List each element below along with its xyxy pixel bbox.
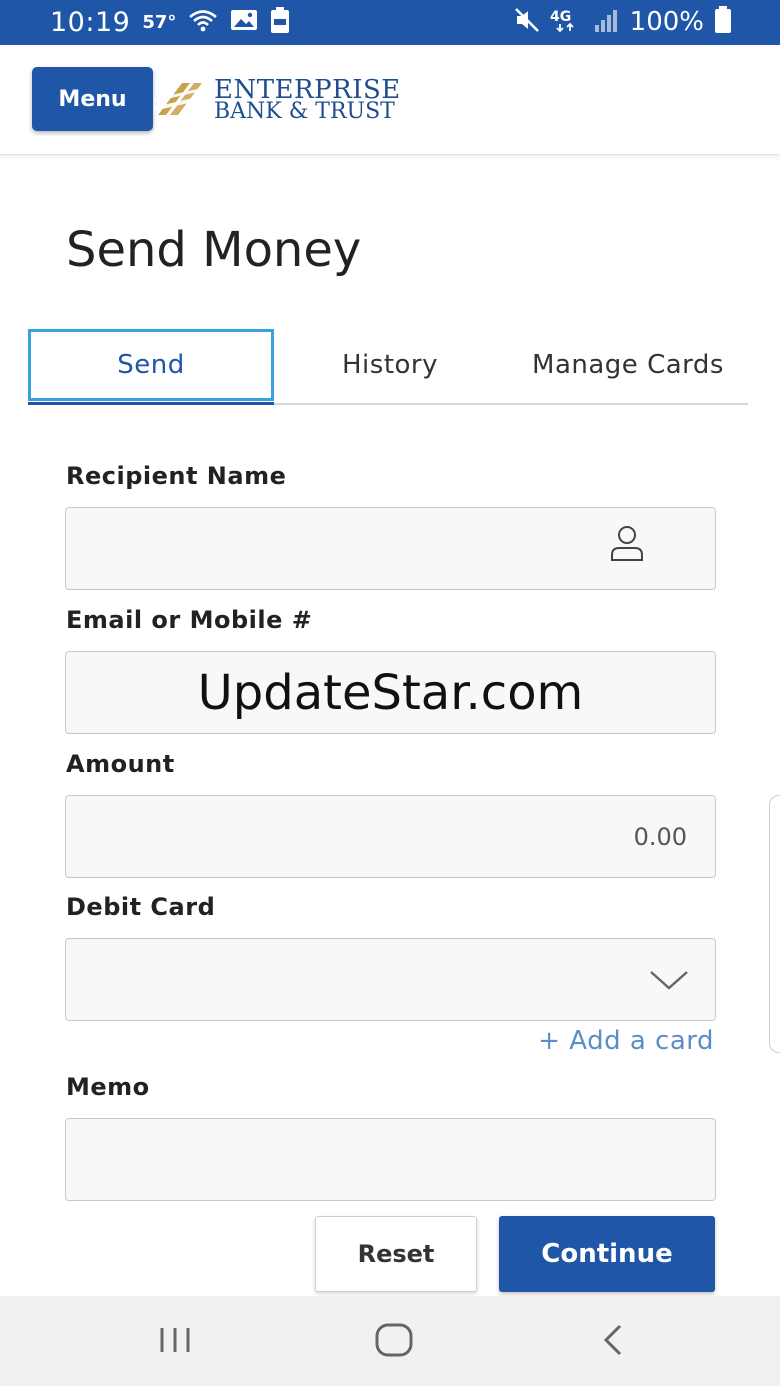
battery-saver-icon — [270, 7, 290, 37]
edge-panel-handle[interactable] — [769, 795, 780, 1053]
home-icon[interactable] — [372, 1318, 416, 1366]
wifi-icon — [188, 8, 218, 36]
app-header: Menu ENTERPRISE BANK & TRUST — [0, 45, 780, 155]
tab-history[interactable]: History — [298, 329, 482, 401]
amount-placeholder: 0.00 — [633, 822, 687, 851]
tab-send[interactable]: Send — [28, 329, 274, 405]
status-right: 4G 100% — [514, 6, 732, 38]
amount-input[interactable]: 0.00 — [65, 795, 716, 878]
svg-text:4G: 4G — [550, 9, 571, 25]
memo-label: Memo — [66, 1073, 150, 1101]
recent-apps-icon[interactable] — [156, 1318, 196, 1366]
email-mobile-input[interactable]: UpdateStar.com — [65, 651, 716, 734]
email-mobile-value: UpdateStar.com — [197, 664, 584, 721]
system-nav-bar — [0, 1296, 780, 1386]
person-icon[interactable] — [609, 524, 645, 568]
mute-icon — [514, 7, 540, 37]
status-bar: 10:19 57° 4G 100% — [0, 0, 780, 45]
recipient-name-input[interactable] — [65, 507, 716, 590]
status-temperature: 57° — [142, 11, 177, 33]
continue-button[interactable]: Continue — [499, 1216, 715, 1292]
network-4g-icon: 4G — [550, 7, 584, 37]
battery-icon — [714, 6, 732, 38]
battery-percent: 100% — [629, 7, 704, 37]
status-left: 10:19 57° — [50, 6, 290, 38]
gallery-icon — [230, 8, 258, 36]
debit-card-select[interactable] — [65, 938, 716, 1021]
add-card-link[interactable]: + Add a card — [538, 1026, 714, 1056]
debit-card-label: Debit Card — [66, 893, 216, 921]
back-icon[interactable] — [594, 1318, 634, 1366]
signal-icon — [594, 8, 620, 36]
reset-button[interactable]: Reset — [315, 1216, 477, 1292]
memo-input[interactable] — [65, 1118, 716, 1201]
logo-text-line2: BANK & TRUST — [214, 99, 395, 124]
logo-mark-icon — [154, 83, 206, 115]
page-title: Send Money — [66, 222, 362, 278]
email-mobile-label: Email or Mobile # — [66, 606, 313, 634]
tab-bar: Send History Manage Cards — [28, 329, 748, 405]
chevron-down-icon[interactable] — [649, 969, 689, 995]
menu-button[interactable]: Menu — [32, 67, 153, 131]
bank-logo[interactable]: ENTERPRISE BANK & TRUST — [152, 75, 402, 125]
status-time: 10:19 — [50, 6, 131, 38]
recipient-name-label: Recipient Name — [66, 462, 287, 490]
amount-label: Amount — [66, 750, 175, 778]
tab-manage-cards[interactable]: Manage Cards — [508, 329, 748, 401]
